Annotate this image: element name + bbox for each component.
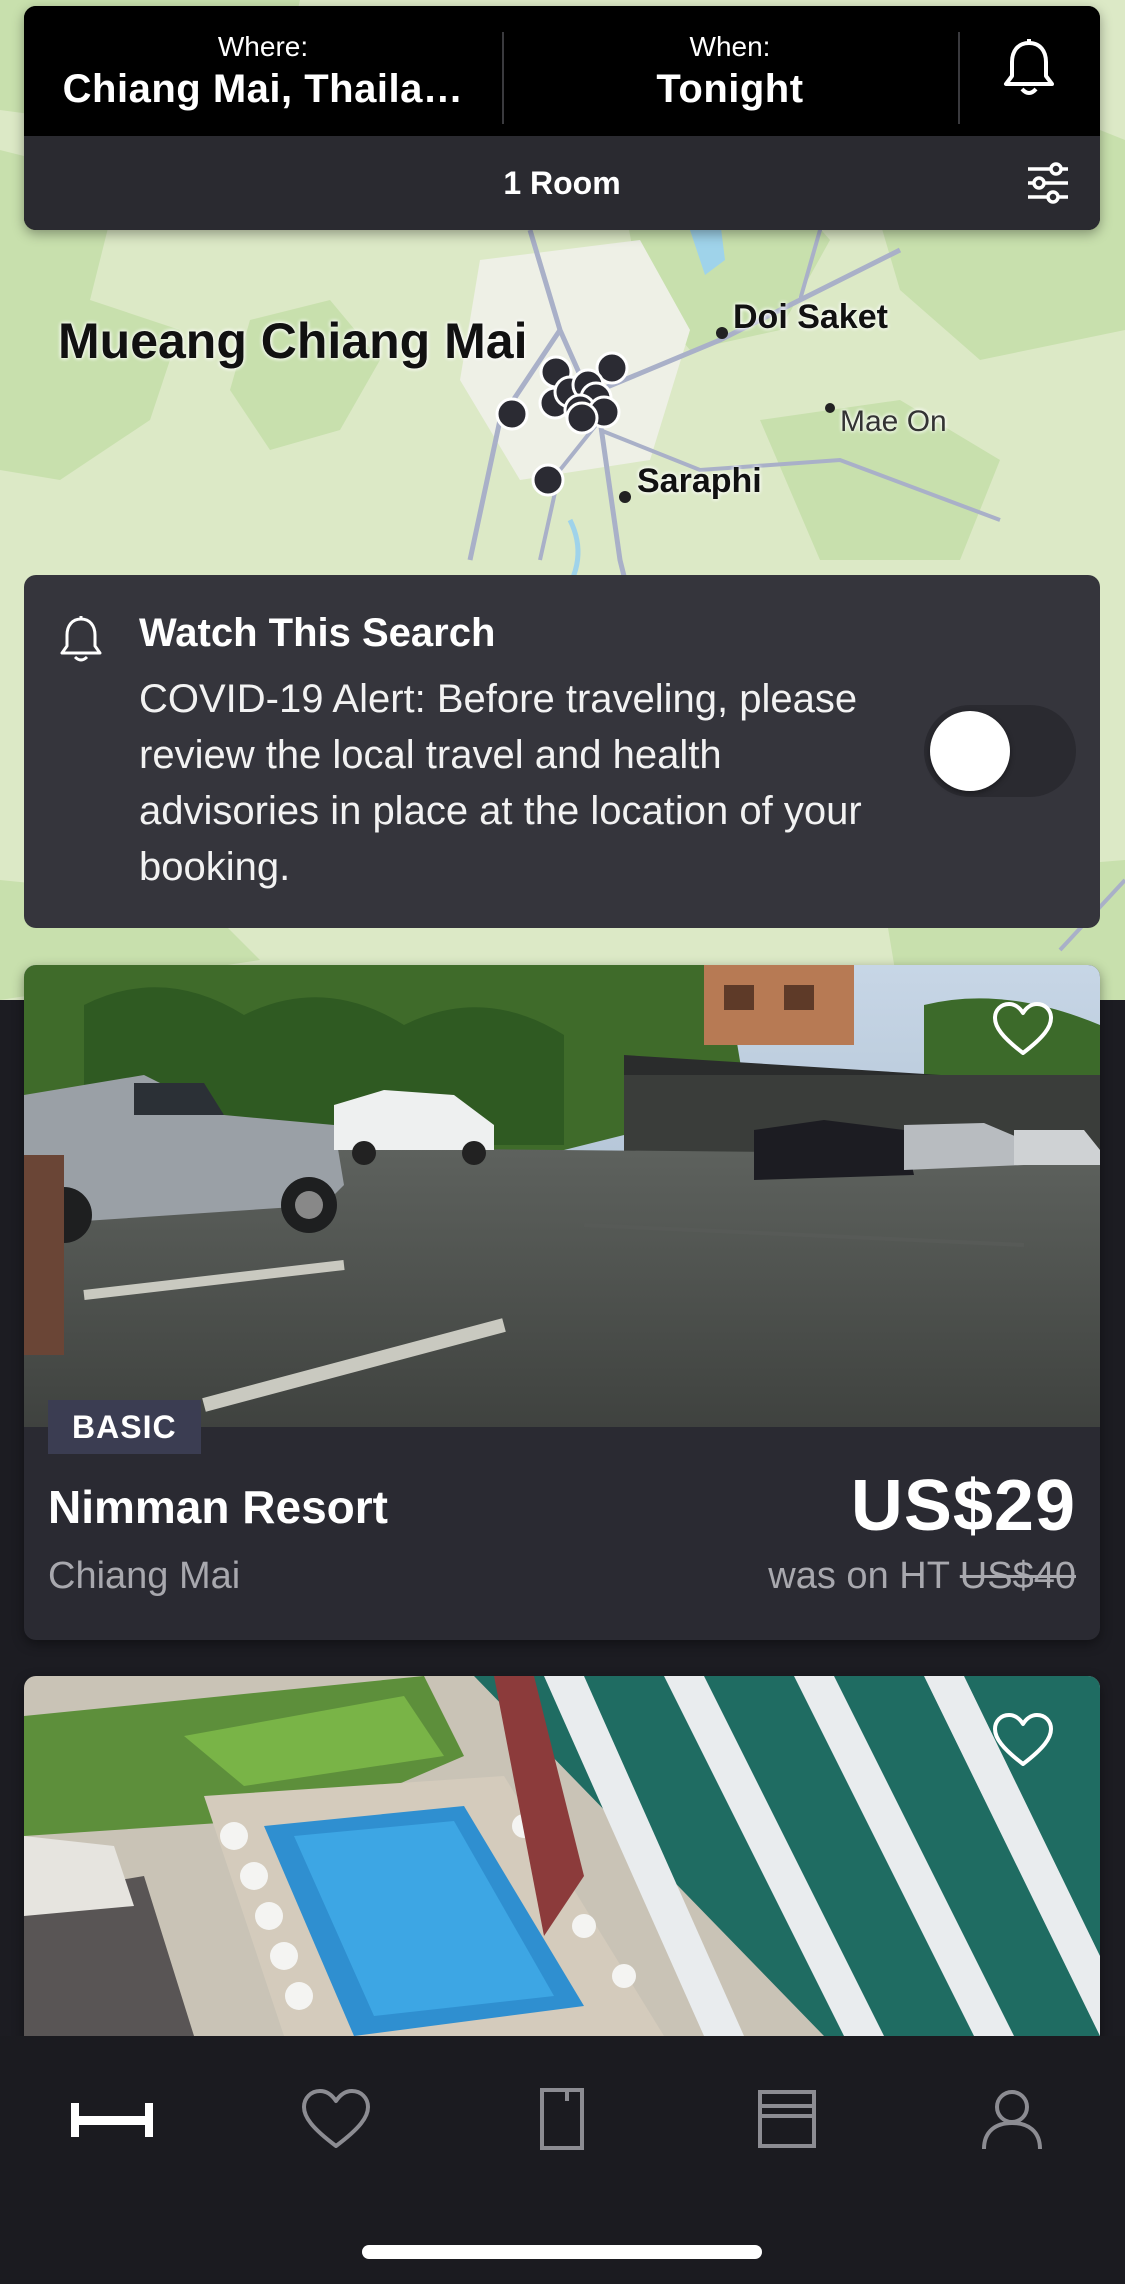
tab-profile[interactable] bbox=[952, 2076, 1072, 2166]
map-label-mae-on: Mae On bbox=[840, 405, 947, 438]
gift-box-icon bbox=[756, 2088, 818, 2155]
map-label-mueang: Mueang Chiang Mai bbox=[58, 313, 528, 369]
map-label-doi-saket: Doi Saket bbox=[733, 298, 888, 336]
hotel-card[interactable] bbox=[24, 1676, 1100, 2076]
was-price: US$40 bbox=[959, 1555, 1076, 1597]
toggle-knob bbox=[930, 711, 1010, 791]
tab-favorites[interactable] bbox=[276, 2076, 396, 2166]
heart-icon bbox=[301, 2088, 371, 2155]
bell-outline-icon bbox=[58, 615, 104, 670]
rooms-bar: 1 Room bbox=[24, 136, 1100, 230]
search-summary: Where: Chiang Mai, Thaila… When: Tonight bbox=[24, 6, 1100, 136]
hotel-name: Nimman Resort bbox=[48, 1481, 388, 1533]
booking-icon bbox=[539, 2087, 585, 2156]
when-label: When: bbox=[689, 30, 771, 62]
watch-search-toggle[interactable] bbox=[924, 705, 1076, 797]
sliders-icon[interactable] bbox=[1026, 161, 1070, 210]
hotel-tier-badge: BASIC bbox=[48, 1400, 201, 1454]
tab-bookings[interactable] bbox=[502, 2076, 622, 2166]
where-value: Chiang Mai, Thaila… bbox=[62, 66, 464, 111]
map-label-saraphi: Saraphi bbox=[637, 462, 762, 500]
tab-stays[interactable] bbox=[52, 2076, 172, 2166]
home-indicator[interactable] bbox=[362, 2245, 762, 2259]
hotel-city: Chiang Mai bbox=[48, 1555, 241, 1597]
watch-title: Watch This Search bbox=[139, 611, 496, 655]
notifications-button[interactable] bbox=[958, 6, 1100, 136]
hotel-photo bbox=[24, 1676, 1100, 2036]
hotel-photo bbox=[24, 965, 1100, 1427]
was-prefix: was on HT bbox=[768, 1555, 950, 1597]
profile-icon bbox=[980, 2087, 1044, 2156]
covid-alert-text: COVID-19 Alert: Before traveling, please… bbox=[139, 677, 862, 889]
bell-icon bbox=[1001, 38, 1057, 105]
where-selector[interactable]: Where: Chiang Mai, Thaila… bbox=[24, 6, 502, 136]
rooms-selector[interactable]: 1 Room bbox=[24, 136, 1100, 230]
hotel-price: US$29 bbox=[850, 1466, 1076, 1546]
watch-search-panel: Watch This Search COVID-19 Alert: Before… bbox=[24, 575, 1100, 928]
when-selector[interactable]: When: Tonight bbox=[502, 6, 958, 136]
original-price: was on HT US$40 bbox=[768, 1555, 1076, 1598]
heart-outline-icon[interactable] bbox=[992, 1712, 1054, 1773]
hotel-card[interactable]: BASIC Nimman Resort Chiang Mai US$29 was… bbox=[24, 965, 1100, 1640]
tab-deals[interactable] bbox=[727, 2076, 847, 2166]
where-label: Where: bbox=[217, 30, 309, 62]
when-value: Tonight bbox=[656, 66, 804, 111]
bed-icon bbox=[69, 2099, 155, 2144]
heart-outline-icon[interactable] bbox=[992, 1001, 1054, 1062]
search-header: Where: Chiang Mai, Thaila… When: Tonight… bbox=[24, 6, 1100, 230]
